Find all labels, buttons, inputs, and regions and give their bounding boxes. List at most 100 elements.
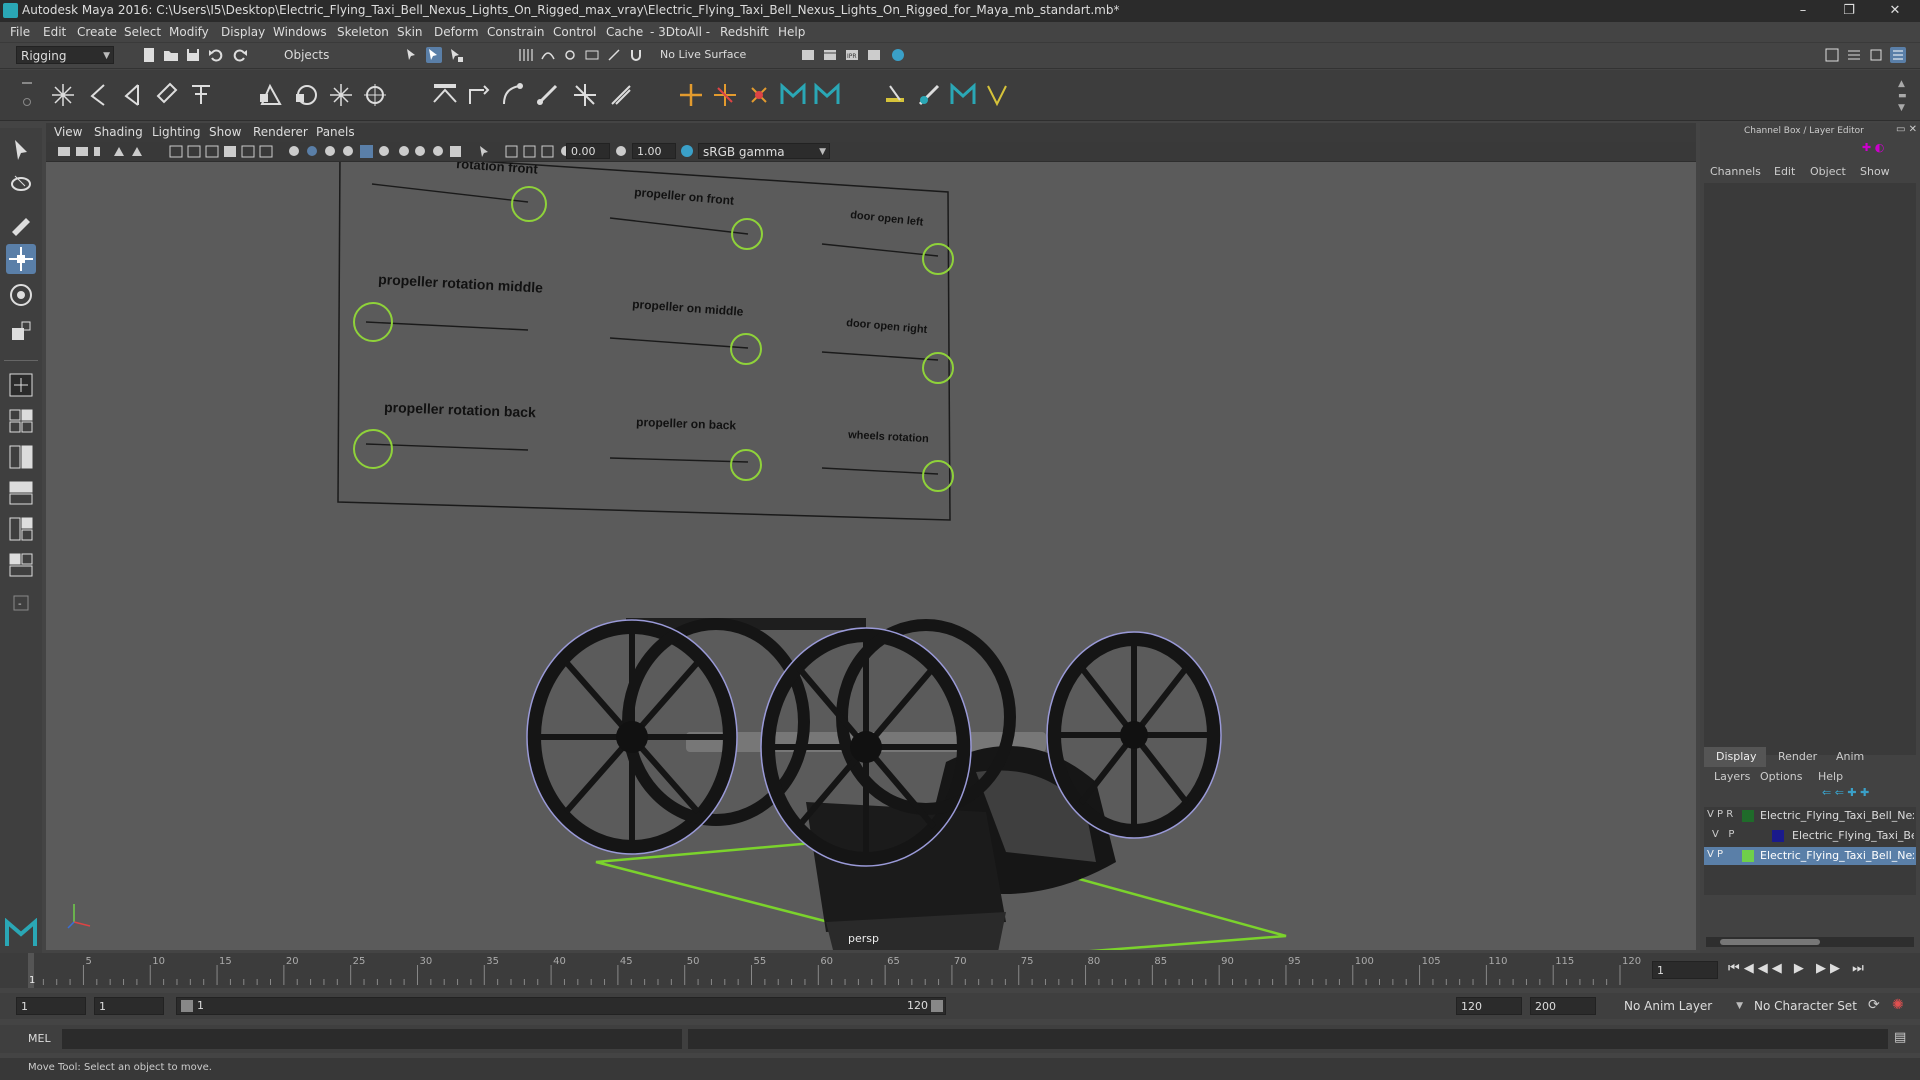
menu-modify[interactable]: Modify bbox=[169, 25, 209, 39]
playback-controls[interactable]: ⏮◀◀◀ ▶ ▶▶ ⏭ bbox=[1728, 961, 1868, 976]
maya-m-alt-icon[interactable] bbox=[812, 80, 842, 110]
rigid-bind-icon[interactable] bbox=[292, 80, 322, 110]
layout-outliner-icon[interactable] bbox=[6, 478, 36, 508]
playback-end-field[interactable]: 120 bbox=[1456, 997, 1522, 1015]
menu-redshift[interactable]: Redshift bbox=[720, 25, 769, 39]
snap-curve-icon[interactable] bbox=[540, 47, 556, 63]
layer-row-selected[interactable]: V P Electric_Flying_Taxi_Bell_Nexus bbox=[1704, 847, 1916, 865]
wire-deformer-icon[interactable] bbox=[606, 80, 636, 110]
scene-canvas[interactable]: rotation front propeller on front door o… bbox=[46, 162, 1696, 950]
range-handle-right[interactable] bbox=[931, 1000, 943, 1012]
shelf-scroll[interactable]: ▲ ▬ ▼ bbox=[1898, 78, 1912, 114]
layer-tab-anim[interactable]: Anim bbox=[1836, 750, 1864, 763]
aim-constraint-icon[interactable] bbox=[744, 80, 774, 110]
layer-scrollbar[interactable] bbox=[1706, 937, 1914, 947]
layer-tab-display[interactable]: Display bbox=[1704, 747, 1766, 767]
select-tool-icon[interactable] bbox=[6, 136, 36, 166]
color-space-dropdown[interactable]: sRGB gamma ▼ bbox=[698, 143, 830, 159]
menu-control[interactable]: Control bbox=[553, 25, 596, 39]
layout-graph-icon[interactable] bbox=[6, 514, 36, 544]
create-joint-icon[interactable] bbox=[48, 80, 78, 110]
layer-menu-layers[interactable]: Layers bbox=[1714, 770, 1750, 783]
snap-grid-icon[interactable] bbox=[518, 47, 534, 63]
maya-script-icon[interactable] bbox=[948, 80, 978, 110]
select-hierarchy-icon[interactable] bbox=[404, 47, 420, 63]
channel-list-area[interactable] bbox=[1704, 183, 1916, 755]
viewport-menu-shading[interactable]: Shading bbox=[94, 125, 143, 139]
open-scene-icon[interactable] bbox=[163, 47, 179, 63]
layout-single-icon[interactable] bbox=[6, 370, 36, 400]
modeling-toolkit-icon[interactable] bbox=[1824, 47, 1840, 63]
orient-joint-icon[interactable] bbox=[152, 80, 182, 110]
layer-color-swatch[interactable] bbox=[1742, 810, 1754, 822]
auto-key-icon[interactable]: ⟳ bbox=[1868, 997, 1880, 1013]
snap-view-plane-icon[interactable] bbox=[584, 47, 600, 63]
expand-layouts-icon[interactable]: - bbox=[6, 588, 36, 618]
layer-name[interactable]: Electric_Flying_Taxi_Bell_Nexus bbox=[1760, 809, 1914, 822]
influence-icon[interactable] bbox=[360, 80, 390, 110]
remove-joint-icon[interactable] bbox=[186, 80, 216, 110]
layout-three-icon[interactable] bbox=[6, 550, 36, 580]
channel-tab-object[interactable]: Object bbox=[1810, 165, 1846, 178]
save-scene-icon[interactable] bbox=[185, 47, 201, 63]
ik-spring-icon[interactable] bbox=[498, 80, 528, 110]
paint-weights-icon[interactable] bbox=[326, 80, 356, 110]
menu-deform[interactable]: Deform bbox=[434, 25, 479, 39]
render-current-frame-icon[interactable] bbox=[822, 47, 838, 63]
python-script-icon[interactable] bbox=[982, 80, 1012, 110]
live-surface-label[interactable]: No Live Surface bbox=[660, 48, 746, 61]
hypershade-icon[interactable] bbox=[890, 47, 906, 63]
menu-create[interactable]: Create bbox=[77, 25, 117, 39]
menu-skin[interactable]: Skin bbox=[397, 25, 423, 39]
layer-tab-render[interactable]: Render bbox=[1778, 750, 1817, 763]
channel-box-toggle-icon[interactable] bbox=[1890, 47, 1906, 63]
layer-row[interactable]: V P Electric_Flying_Taxi_Bell_Nexus bbox=[1704, 827, 1916, 845]
menuset-dropdown[interactable]: Rigging ▼ bbox=[16, 46, 114, 64]
viewport-menu-view[interactable]: View bbox=[54, 125, 82, 139]
menu-constrain[interactable]: Constrain bbox=[487, 25, 545, 39]
ik-handle-icon[interactable] bbox=[430, 80, 460, 110]
snap-live-icon[interactable] bbox=[606, 47, 622, 63]
current-frame-field[interactable]: 1 bbox=[1652, 961, 1718, 979]
select-object-icon[interactable] bbox=[426, 47, 442, 63]
ik-spline-icon[interactable] bbox=[464, 80, 494, 110]
rotate-tool-icon[interactable] bbox=[6, 280, 36, 310]
layout-two-vertical-icon[interactable] bbox=[6, 442, 36, 472]
viewport-persp[interactable]: rotation front propeller on front door o… bbox=[46, 162, 1696, 950]
menu-file[interactable]: File bbox=[10, 25, 30, 39]
layer-flags[interactable]: V P bbox=[1707, 849, 1723, 860]
cluster-icon[interactable] bbox=[532, 80, 562, 110]
render-settings-icon[interactable] bbox=[800, 47, 816, 63]
flying-taxi-model[interactable] bbox=[526, 618, 1222, 950]
pose-editor-icon[interactable] bbox=[880, 80, 910, 110]
gamma-field[interactable]: 1.00 bbox=[632, 143, 676, 159]
select-component-icon[interactable] bbox=[448, 47, 464, 63]
menu-edit[interactable]: Edit bbox=[43, 25, 66, 39]
maya-m-icon[interactable] bbox=[778, 80, 808, 110]
playback-start-field[interactable]: 1 bbox=[94, 997, 164, 1015]
mirror-joint-icon[interactable] bbox=[118, 80, 148, 110]
viewport-menu-renderer[interactable]: Renderer bbox=[253, 125, 308, 139]
time-slider-ruler[interactable]: 5 10 15 20 25 30 35 40 45 50 55 60 65 70 75 80 85 90 95 100… bbox=[20, 953, 1650, 988]
menu-cache[interactable]: Cache bbox=[606, 25, 643, 39]
menu-help[interactable]: Help bbox=[778, 25, 805, 39]
maximize-button[interactable]: ❐ bbox=[1826, 0, 1872, 22]
script-editor-icon[interactable]: ▤ bbox=[1894, 1030, 1906, 1045]
layer-name[interactable]: Electric_Flying_Taxi_Bell_Nexus bbox=[1760, 849, 1914, 862]
animation-preferences-icon[interactable]: ✺ bbox=[1892, 997, 1904, 1013]
layer-menu-options[interactable]: Options bbox=[1760, 770, 1802, 783]
locator-icon[interactable] bbox=[676, 80, 706, 110]
blend-shape-icon[interactable] bbox=[914, 80, 944, 110]
layer-flags[interactable]: V P R bbox=[1707, 809, 1733, 820]
command-input[interactable] bbox=[62, 1029, 682, 1049]
point-constraint-icon[interactable] bbox=[710, 80, 740, 110]
channel-tab-show[interactable]: Show bbox=[1860, 165, 1890, 178]
select-mode-dropdown[interactable]: Objects bbox=[280, 46, 380, 64]
layer-menu-help[interactable]: Help bbox=[1818, 770, 1843, 783]
move-tool-icon[interactable] bbox=[6, 244, 36, 274]
layer-color-swatch[interactable] bbox=[1772, 830, 1784, 842]
layout-four-icon[interactable] bbox=[6, 406, 36, 436]
exposure-field[interactable]: 0.00 bbox=[566, 143, 610, 159]
panel-close-icon[interactable]: ▭ ✕ bbox=[1896, 124, 1917, 135]
layer-color-swatch[interactable] bbox=[1742, 850, 1754, 862]
